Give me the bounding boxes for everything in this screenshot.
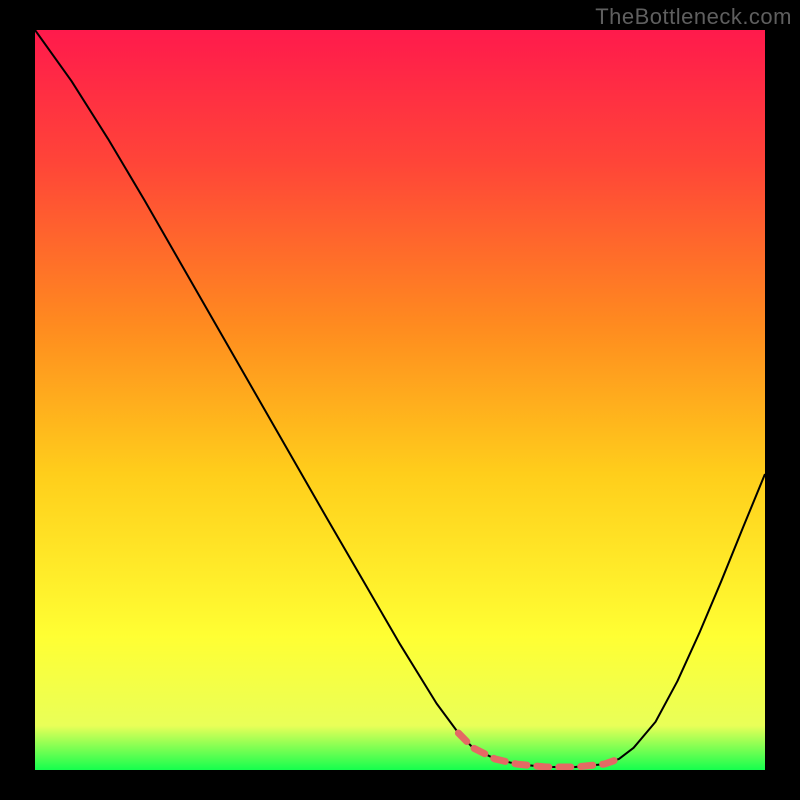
- watermark-text: TheBottleneck.com: [595, 4, 792, 30]
- chart-svg: [35, 30, 765, 770]
- plot-area: [35, 30, 765, 770]
- chart-frame: TheBottleneck.com: [0, 0, 800, 800]
- gradient-background: [35, 30, 765, 770]
